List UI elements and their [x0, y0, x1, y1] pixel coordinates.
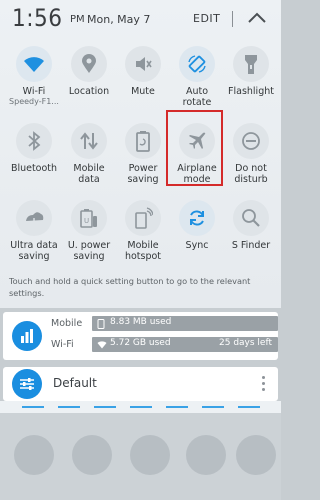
dock-app-icon — [72, 435, 112, 475]
tile-bluetooth[interactable]: Bluetooth — [4, 123, 64, 199]
tile-s-finder[interactable]: S Finder — [221, 200, 281, 276]
flashlight-icon — [245, 55, 257, 74]
quick-settings-hint: Touch and hold a quick setting button to… — [9, 276, 251, 298]
mobile-data-bar: 8.83 MB used — [92, 316, 278, 331]
status-row: 1:56 PM Mon, May 7 EDIT — [0, 0, 281, 38]
do-not-disturb-icon — [242, 132, 260, 150]
more-options-icon[interactable] — [262, 376, 266, 392]
edit-button[interactable]: EDIT — [193, 12, 220, 25]
auto-rotate-icon — [188, 55, 206, 73]
mobile-data-value: 8.83 MB used — [110, 317, 172, 327]
wifi-data-value: 5.72 GB used — [110, 338, 171, 348]
airplane-mode-highlight-box — [166, 110, 223, 186]
mobile-data-icon — [80, 132, 98, 150]
tile-location[interactable]: Location — [59, 46, 119, 122]
dock-app-icon — [14, 435, 54, 475]
s-finder-icon — [242, 209, 260, 227]
tile-label: Do not — [235, 163, 267, 174]
tile-ultra-data-saving[interactable]: Ultra data saving — [4, 200, 64, 276]
ultra-data-saving-icon — [26, 212, 44, 227]
clock-time: 1:56 — [12, 4, 63, 32]
equalizer-icon — [12, 369, 42, 399]
wifi-icon — [24, 57, 44, 72]
clock-ampm: PM — [70, 14, 85, 25]
tile-label: Flashlight — [228, 86, 274, 97]
bluetooth-icon — [28, 131, 41, 151]
dock-app-icon — [236, 435, 276, 475]
hotspot-icon — [135, 207, 153, 229]
collapse-chevron-icon[interactable] — [246, 9, 268, 27]
tile-ultra-power-saving[interactable]: U U. power saving — [59, 200, 119, 276]
sync-icon — [190, 210, 204, 226]
power-saving-icon — [136, 131, 150, 152]
data-usage-card[interactable]: Mobile 8.83 MB used Wi-Fi 5.72 GB used 2… — [3, 312, 278, 360]
home-screen-background — [0, 413, 281, 500]
mute-icon — [136, 57, 152, 71]
tile-power-saving[interactable]: Power saving — [113, 123, 173, 199]
profile-name: Default — [53, 376, 97, 390]
data-usage-icon — [12, 321, 42, 351]
tile-mobile-hotspot[interactable]: Mobile hotspot — [113, 200, 173, 276]
wifi-data-bar: 5.72 GB used 25 days left — [92, 337, 278, 352]
dock-app-icon — [130, 435, 170, 475]
tile-sync[interactable]: Sync — [167, 200, 227, 276]
tile-mobile-data[interactable]: Mobile data — [59, 123, 119, 199]
wifi-small-icon — [97, 341, 107, 349]
svg-text:U: U — [84, 217, 89, 225]
dock-indicator-strip — [0, 401, 281, 413]
date-text: Mon, May 7 — [87, 13, 151, 26]
tile-do-not-disturb[interactable]: Do not disturb — [221, 123, 281, 199]
tile-mute[interactable]: Mute — [113, 46, 173, 122]
tile-sublabel: Speedy-F1... — [9, 97, 59, 106]
tile-label-line2: disturb — [234, 174, 268, 185]
ultra-power-saving-icon: U — [80, 209, 97, 228]
phone-icon — [97, 319, 105, 329]
divider — [232, 11, 233, 27]
wifi-data-label: Wi-Fi — [51, 339, 74, 350]
tile-wifi[interactable]: Wi-Fi Speedy-F1... — [4, 46, 64, 122]
location-icon — [82, 54, 96, 73]
tile-label: S Finder — [231, 240, 271, 251]
notification-shade: 1:56 PM Mon, May 7 EDIT Wi-Fi Speedy-F1.… — [0, 0, 281, 308]
dock-app-icon — [186, 435, 226, 475]
profile-card[interactable]: Default — [3, 367, 278, 401]
tile-flashlight[interactable]: Flashlight — [221, 46, 281, 122]
wifi-days-left: 25 days left — [219, 338, 272, 348]
mobile-data-label: Mobile — [51, 318, 83, 329]
